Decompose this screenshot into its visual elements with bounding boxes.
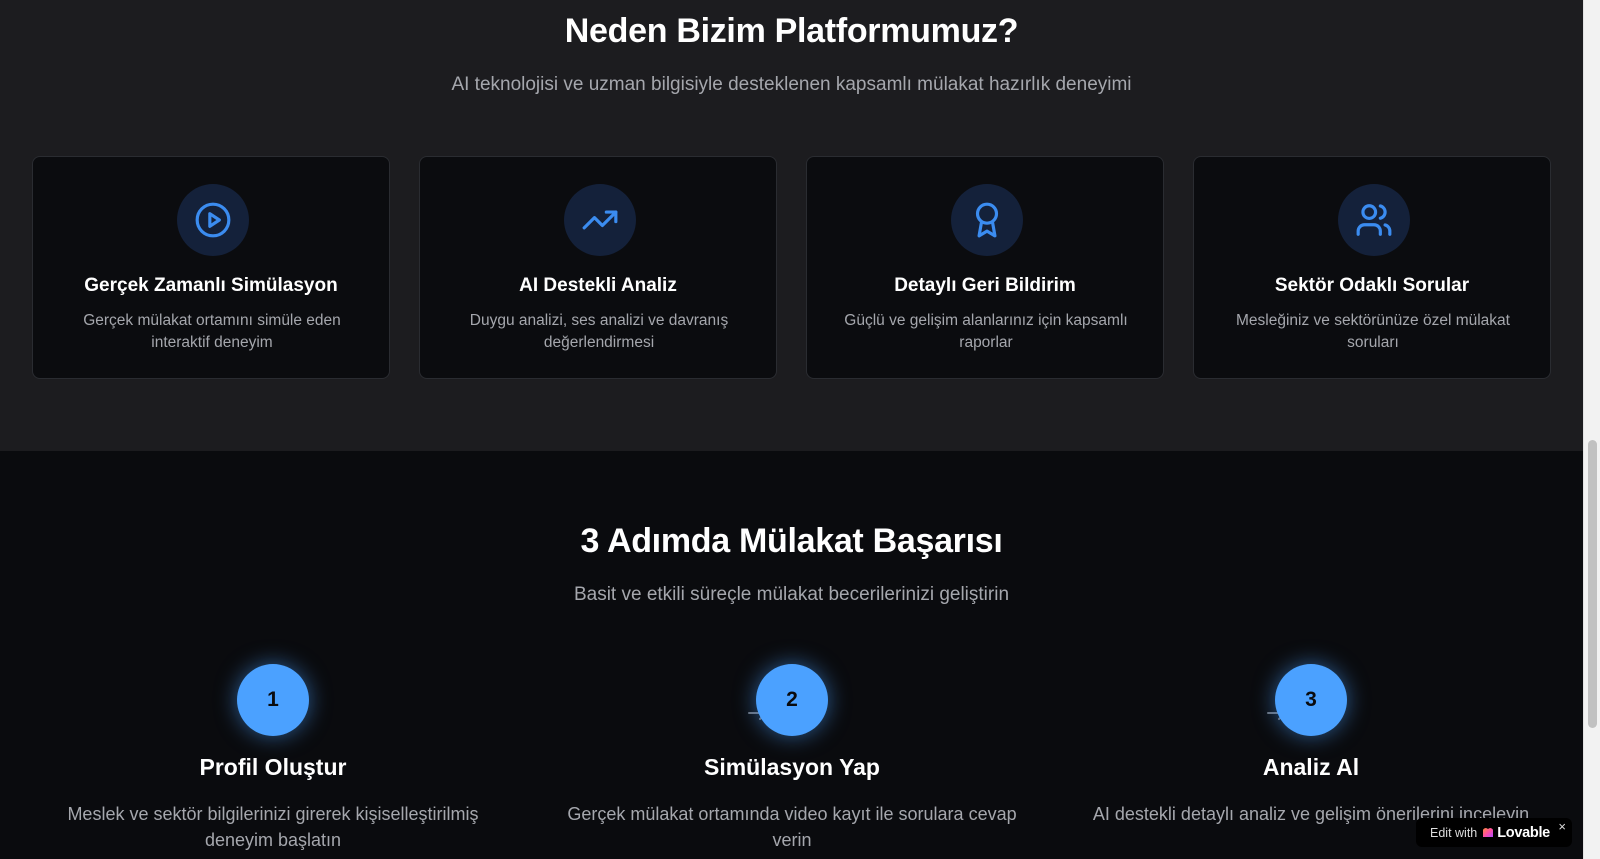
features-title: Neden Bizim Platformumuz? [564,12,1019,50]
step-number-badge: 1 [237,664,309,736]
features-subtitle: AI teknolojisi ve uzman bilgisiyle deste… [451,74,1132,95]
lovable-heart-icon [1483,827,1494,837]
feature-card-description: Gerçek mülakat ortamını simüle eden inte… [83,312,341,351]
features-section: Neden Bizim Platformumuz? AI teknolojisi… [0,0,1583,451]
feature-card-description: Duygu analizi, ses analizi ve davranış d… [469,312,729,351]
award-icon [951,184,1023,256]
page: Neden Bizim Platformumuz? AI teknolojisi… [0,0,1583,859]
step-title: Profil Oluştur [199,754,347,780]
step-number-badge: 3 [1275,664,1347,736]
scrollbar-thumb[interactable] [1588,440,1597,728]
step-title: Analiz Al [1262,754,1360,780]
step-description: Gerçek mülakat ortamında video kayıt ile… [567,804,1017,850]
feature-card-simulation: Gerçek Zamanlı Simülasyon Gerçek mülakat… [32,156,390,379]
steps-section: 3 Adımda Mülakat Başarısı Basit ve etkil… [0,451,1583,859]
feature-card-title: Sektör Odaklı Sorular [1274,275,1470,296]
step-description: Meslek ve sektör bilgilerinizi girerek k… [67,804,479,850]
feature-card-description: Güçlü ve gelişim alanlarınız için kapsam… [844,312,1128,351]
feature-card-title: Gerçek Zamanlı Simülasyon [84,275,338,296]
step-number-badge: 2 [756,664,828,736]
feature-card-analysis: AI Destekli Analiz Duygu analizi, ses an… [419,156,777,379]
steps-subtitle: Basit ve etkili süreçle mülakat becerile… [573,584,1010,605]
feature-card-sector: Sektör Odaklı Sorular Mesleğiniz ve sekt… [1193,156,1551,379]
feature-card-description: Mesleğiniz ve sektörünüze özel mülakat s… [1236,312,1510,351]
badge-brand: Lovable [1497,824,1550,841]
users-icon [1338,184,1410,256]
trending-up-icon [564,184,636,256]
badge-close-button[interactable]: × [1558,819,1566,834]
feature-card-title: Detaylı Geri Bildirim [894,275,1076,296]
page-scrollbar[interactable] [1583,0,1600,859]
feature-card-feedback: Detaylı Geri Bildirim Güçlü ve gelişim a… [806,156,1164,379]
edit-with-lovable-badge[interactable]: Edit with Lovable × [1416,818,1572,847]
step-title: Simülasyon Yap [704,754,880,780]
badge-prefix: Edit with [1430,825,1478,840]
feature-card-title: AI Destekli Analiz [519,275,677,296]
play-circle-icon [177,184,249,256]
steps-title: 3 Adımda Mülakat Başarısı [580,522,1003,560]
